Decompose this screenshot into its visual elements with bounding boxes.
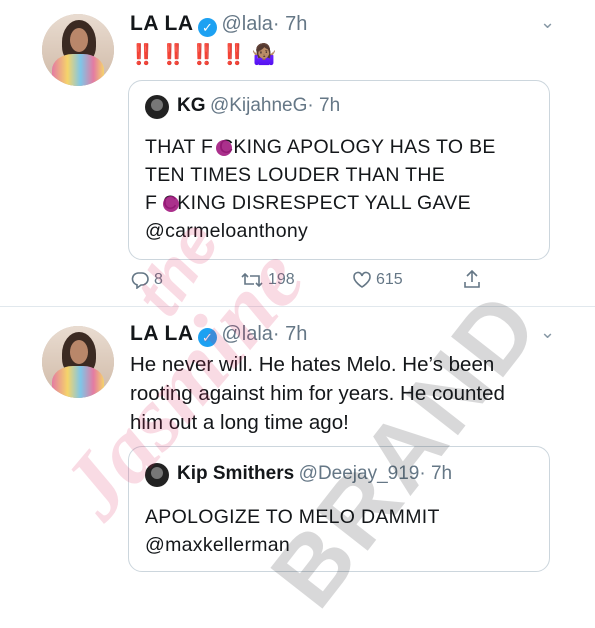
tweet-header: LA LA ✓ @lala· 7h [130, 322, 307, 347]
tweet-header: LA LA ✓ @lala· 7h [130, 12, 307, 37]
quoted-tweet[interactable]: Kip Smithers @Deejay_919· 7h APOLOGIZE T… [128, 446, 550, 572]
share-button[interactable] [462, 269, 482, 289]
tweet-text-line: rooting against him for years. He counte… [130, 382, 505, 405]
verified-badge-icon: ✓ [198, 328, 217, 347]
like-button[interactable]: 615 [352, 271, 403, 289]
quoted-text-line: APOLOGIZE TO MELO DAMMIT [145, 506, 440, 528]
tweet-divider [0, 306, 595, 307]
quoted-avatar [145, 95, 169, 119]
quoted-handle: @KijahneG [209, 95, 308, 116]
tweet-text-line: He never will. He hates Melo. He’s been [130, 353, 495, 376]
tweet-text-line: him out a long time ago! [130, 411, 349, 434]
reply-count: 8 [154, 271, 163, 288]
quoted-header: Kip Smithers @Deejay_919· 7h [177, 463, 452, 485]
retweet-icon [241, 272, 263, 288]
quoted-display-name: Kip Smithers [177, 463, 295, 484]
censor-emoji-icon [216, 140, 232, 156]
quoted-text-line: F CKING DISRESPECT YALL GAVE [145, 192, 471, 214]
display-name[interactable]: LA LA [130, 12, 194, 35]
censor-emoji-icon [163, 196, 179, 212]
quoted-avatar [145, 463, 169, 487]
quoted-tweet[interactable]: KG @KijahneG· 7h THAT F CKING APOLOGY HA… [128, 80, 550, 260]
quoted-display-name: KG [177, 95, 206, 116]
quoted-text-line: THAT F CKING APOLOGY HAS TO BE [145, 136, 496, 158]
tweet-timestamp[interactable]: · 7h [273, 323, 307, 345]
quoted-handle: @Deejay_919 [298, 463, 420, 484]
quoted-text-line: TEN TIMES LOUDER THAN THE [145, 164, 446, 186]
chevron-down-icon[interactable]: ⌄ [540, 322, 555, 343]
reply-button[interactable]: 8 [130, 271, 163, 289]
quoted-timestamp: · 7h [419, 463, 453, 484]
quoted-text: THAT F CKING APOLOGY HAS TO BE TEN TIMES… [145, 133, 496, 245]
avatar[interactable] [42, 326, 114, 398]
tweet-text: He never will. He hates Melo. He’s been … [130, 350, 505, 437]
tweet-text: ‼️ ‼️ ‼️ ‼️ 🤷🏽‍♀️ [130, 44, 277, 66]
user-handle[interactable]: @lala [221, 323, 272, 345]
display-name[interactable]: LA LA [130, 322, 194, 345]
retweet-count: 198 [268, 271, 295, 288]
like-count: 615 [376, 271, 403, 288]
heart-icon [353, 271, 371, 288]
quoted-text-line: @maxkellerman [145, 534, 291, 556]
chevron-down-icon[interactable]: ⌄ [540, 12, 555, 33]
tweet-timestamp[interactable]: · 7h [273, 13, 307, 35]
quoted-header: KG @KijahneG· 7h [177, 95, 340, 117]
quoted-text: APOLOGIZE TO MELO DAMMIT @maxkellerman [145, 503, 440, 559]
retweet-button[interactable]: 198 [240, 271, 295, 289]
share-icon [464, 269, 480, 288]
user-handle[interactable]: @lala [221, 13, 272, 35]
reply-icon [131, 272, 149, 289]
verified-badge-icon: ✓ [198, 18, 217, 37]
avatar[interactable] [42, 14, 114, 86]
quoted-timestamp: · 7h [307, 95, 341, 116]
quoted-text-line: @carmeloanthony [145, 220, 309, 242]
